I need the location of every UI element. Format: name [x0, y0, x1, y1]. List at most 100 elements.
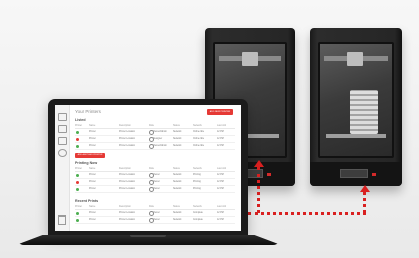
- table-row[interactable]: Printer Printer Location Owner Network C…: [75, 217, 235, 224]
- printer-role: Designer: [153, 137, 163, 140]
- table-row[interactable]: Printer Printer Location Owner/Admin Net…: [75, 129, 235, 136]
- printer-role: Owner/Admin: [153, 130, 167, 133]
- printer-network: Printing: [193, 173, 201, 176]
- connector-line-right-vertical: [363, 192, 366, 213]
- column-header: Last Job: [217, 124, 227, 127]
- print-bed: [326, 134, 386, 138]
- connector-line-left-vertical: [257, 167, 260, 213]
- laptop-screen: Your Printers ADD NEW PRINTER Listed Pri…: [55, 105, 241, 231]
- printer-last-job: 12 PM: [217, 130, 224, 133]
- trash-icon[interactable]: [58, 215, 66, 225]
- add-another-printer-button[interactable]: ADD ANOTHER PRINTER: [75, 153, 105, 158]
- printer-name: Printer: [89, 187, 96, 190]
- printer-last-job: 12 PM: [217, 218, 224, 221]
- printer-status: Network: [173, 187, 182, 190]
- printer-window: [318, 42, 394, 158]
- table-row[interactable]: Printer Printer Location Designer Networ…: [75, 136, 235, 143]
- printer-last-job: 12 PM: [217, 137, 224, 140]
- printer-desc: Printer Location: [119, 211, 136, 214]
- section-printing-now: Printing Now Printer Name Description Ro…: [73, 161, 237, 195]
- printer-desc: Printer Location: [119, 137, 136, 140]
- section-listed: Listed Printer Name Description Role Sta…: [73, 118, 237, 152]
- printer-role: Owner: [153, 211, 160, 214]
- printer-name: Printer: [89, 218, 96, 221]
- folder-icon[interactable]: [58, 125, 67, 133]
- printer-icon[interactable]: [58, 137, 67, 145]
- app-main: Your Printers ADD NEW PRINTER Listed Pri…: [73, 109, 237, 229]
- status-dot: [76, 187, 79, 191]
- printer-name: Printer: [89, 130, 96, 133]
- printed-object: [350, 90, 378, 134]
- printer-right: [310, 28, 402, 186]
- printer-led: [372, 173, 376, 176]
- printer-status: Network: [173, 137, 182, 140]
- printer-network: Printing: [193, 180, 201, 183]
- printer-network: Online Idle: [193, 137, 204, 140]
- printer-network: Online Idle: [193, 130, 204, 133]
- add-printer-button[interactable]: ADD NEW PRINTER: [207, 109, 233, 115]
- status-dot: [76, 211, 79, 215]
- printer-led: [267, 173, 271, 176]
- status-dot: [76, 144, 79, 148]
- table-row[interactable]: Printer Printer Location Owner Network C…: [75, 210, 235, 217]
- printer-last-job: 12 PM: [217, 180, 224, 183]
- connector-arrow-right: [360, 185, 370, 192]
- printer-name: Printer: [89, 144, 96, 147]
- printer-network: Online Idle: [193, 144, 204, 147]
- printer-base: [310, 162, 402, 186]
- column-header: Printer: [75, 167, 83, 170]
- table-row[interactable]: Printer Printer Location Owner Network P…: [75, 179, 235, 186]
- column-header: Name: [89, 124, 96, 127]
- printer-desc: Printer Location: [119, 144, 136, 147]
- column-header: Status: [173, 205, 180, 208]
- printer-status: Network: [173, 130, 182, 133]
- user-icon[interactable]: [58, 149, 67, 157]
- table-row[interactable]: Printer Printer Location Owner Network P…: [75, 186, 235, 193]
- table-row[interactable]: Printer Printer Location Owner Network P…: [75, 172, 235, 179]
- laptop: Your Printers ADD NEW PRINTER Listed Pri…: [48, 99, 248, 235]
- printer-name: Printer: [89, 211, 96, 214]
- column-header: Network: [193, 167, 202, 170]
- column-header: Name: [89, 167, 96, 170]
- column-header: Last Job: [217, 205, 227, 208]
- section-title: Printing Now: [75, 161, 98, 165]
- printer-status: Network: [173, 144, 182, 147]
- printer-status: Network: [173, 180, 182, 183]
- status-dot: [76, 218, 79, 222]
- column-header: Printer: [75, 205, 83, 208]
- home-icon[interactable]: [58, 113, 67, 121]
- print-head: [241, 52, 258, 66]
- printer-desc: Printer Location: [119, 187, 136, 190]
- connector-line-horizontal: [248, 212, 366, 215]
- column-header: Printer: [75, 124, 83, 127]
- printer-display: [340, 169, 368, 178]
- printer-name: Printer: [89, 180, 96, 183]
- printer-status: Network: [173, 173, 182, 176]
- printer-last-job: 12 PM: [217, 173, 224, 176]
- status-dot: [76, 180, 79, 184]
- column-header: Description: [119, 205, 131, 208]
- column-header: Last Job: [217, 167, 227, 170]
- column-header: Network: [193, 205, 202, 208]
- column-header: Status: [173, 167, 180, 170]
- printer-role: Owner: [153, 218, 160, 221]
- page-title: Your Printers: [75, 109, 101, 114]
- printer-desc: Printer Location: [119, 173, 136, 176]
- column-header: Description: [119, 167, 131, 170]
- status-dot: [76, 130, 79, 134]
- column-header: Description: [119, 124, 131, 127]
- printer-desc: Printer Location: [119, 180, 136, 183]
- print-head: [347, 52, 364, 66]
- printer-last-job: 12 PM: [217, 144, 224, 147]
- printer-role: Owner/Admin: [153, 144, 167, 147]
- section-title: Listed: [75, 118, 86, 122]
- printer-desc: Printer Location: [119, 218, 136, 221]
- table-row[interactable]: Printer Printer Location Owner/Admin Net…: [75, 143, 235, 150]
- column-header: Status: [173, 124, 180, 127]
- status-dot: [76, 173, 79, 177]
- printer-name: Printer: [89, 137, 96, 140]
- status-dot: [76, 137, 79, 141]
- column-header: Role: [149, 205, 154, 208]
- section-title: Recent Prints: [75, 199, 99, 203]
- column-header: Name: [89, 205, 96, 208]
